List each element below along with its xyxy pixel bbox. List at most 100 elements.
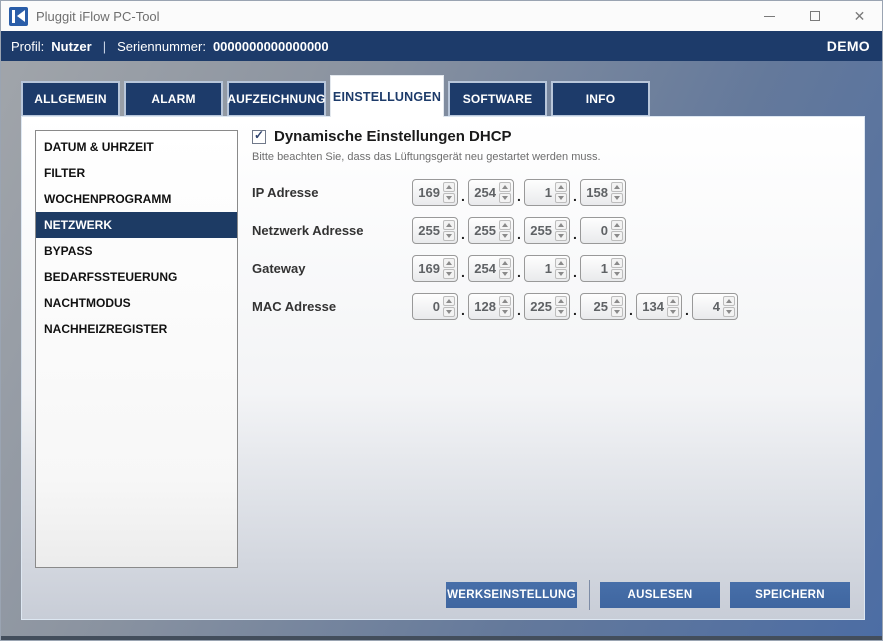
chevron-down-icon: [502, 196, 508, 200]
window-title: Pluggit iFlow PC-Tool: [36, 9, 160, 24]
spinner-value: 4: [713, 294, 720, 319]
chevron-down-icon: [726, 310, 732, 314]
chevron-up-icon: [614, 261, 620, 265]
numeric-spinner-ip-adresse-3[interactable]: 158: [580, 179, 626, 206]
octet-separator: .: [514, 262, 524, 282]
tab-aufzeichnung[interactable]: AUFZEICHNUNG: [227, 81, 326, 117]
spinner-up-button[interactable]: [555, 258, 567, 268]
numeric-spinner-ip-adresse-2[interactable]: 1: [524, 179, 570, 206]
chevron-down-icon: [502, 272, 508, 276]
sidebar-item-netzwerk[interactable]: NETZWERK: [36, 212, 237, 238]
spinner-down-button[interactable]: [443, 269, 455, 279]
numeric-spinner-mac-adresse-0[interactable]: 0: [412, 293, 458, 320]
numeric-spinner-ip-adresse-1[interactable]: 254: [468, 179, 514, 206]
spinner-down-button[interactable]: [611, 307, 623, 317]
tab-software[interactable]: SOFTWARE: [448, 81, 547, 117]
spinner-up-button[interactable]: [499, 258, 511, 268]
werkseinstellung-button[interactable]: WERKSEINSTELLUNG: [446, 582, 577, 608]
profile-label: Profil:: [11, 39, 44, 54]
spinner-value: 0: [601, 218, 608, 243]
spinner-up-button[interactable]: [555, 182, 567, 192]
numeric-spinner-gateway-0[interactable]: 169: [412, 255, 458, 282]
minimize-icon: [764, 16, 775, 17]
spinner-down-button[interactable]: [443, 307, 455, 317]
header-info: Profil: Nutzer | Seriennummer: 000000000…: [11, 39, 329, 54]
spinner-down-button[interactable]: [723, 307, 735, 317]
spinner-up-button[interactable]: [499, 182, 511, 192]
numeric-spinner-netzwerk-adresse-0[interactable]: 255: [412, 217, 458, 244]
spinner-down-button[interactable]: [555, 307, 567, 317]
numeric-spinner-netzwerk-adresse-3[interactable]: 0: [580, 217, 626, 244]
spinner-down-button[interactable]: [555, 193, 567, 203]
numeric-spinner-netzwerk-adresse-1[interactable]: 255: [468, 217, 514, 244]
numeric-spinner-mac-adresse-5[interactable]: 4: [692, 293, 738, 320]
tab-info[interactable]: INFO: [551, 81, 650, 117]
numeric-spinner-gateway-3[interactable]: 1: [580, 255, 626, 282]
spinner-down-button[interactable]: [555, 231, 567, 241]
spinner-down-button[interactable]: [667, 307, 679, 317]
tab-allgemein[interactable]: ALLGEMEIN: [21, 81, 120, 117]
profile-value: Nutzer: [51, 39, 91, 54]
chevron-up-icon: [502, 299, 508, 303]
spinner-up-button[interactable]: [667, 296, 679, 306]
spinner-buttons: [499, 296, 511, 317]
spinner-down-button[interactable]: [499, 269, 511, 279]
spinner-down-button[interactable]: [499, 231, 511, 241]
spinner-up-button[interactable]: [723, 296, 735, 306]
numeric-spinner-netzwerk-adresse-2[interactable]: 255: [524, 217, 570, 244]
spinner-up-button[interactable]: [611, 258, 623, 268]
spinner-up-button[interactable]: [555, 220, 567, 230]
spinner-down-button[interactable]: [555, 269, 567, 279]
spinner-down-button[interactable]: [443, 193, 455, 203]
tab-alarm[interactable]: ALARM: [124, 81, 223, 117]
octet-fields: 169.254.1.158: [412, 179, 626, 206]
spinner-down-button[interactable]: [611, 231, 623, 241]
numeric-spinner-mac-adresse-3[interactable]: 25: [580, 293, 626, 320]
spinner-buttons: [443, 182, 455, 203]
auslesen-button[interactable]: AUSLESEN: [600, 582, 720, 608]
spinner-up-button[interactable]: [443, 258, 455, 268]
chevron-down-icon: [446, 196, 452, 200]
numeric-spinner-ip-adresse-0[interactable]: 169: [412, 179, 458, 206]
spinner-up-button[interactable]: [443, 182, 455, 192]
sidebar-item-bedarfssteuerung[interactable]: BEDARFSSTEUERUNG: [36, 264, 237, 290]
spinner-down-button[interactable]: [611, 269, 623, 279]
spinner-up-button[interactable]: [611, 220, 623, 230]
spinner-down-button[interactable]: [611, 193, 623, 203]
sidebar-item-bypass[interactable]: BYPASS: [36, 238, 237, 264]
spinner-up-button[interactable]: [611, 182, 623, 192]
dhcp-checkbox[interactable]: ✓: [252, 130, 266, 144]
octet-separator: .: [570, 224, 580, 244]
numeric-spinner-gateway-1[interactable]: 254: [468, 255, 514, 282]
field-label: IP Adresse: [252, 185, 412, 200]
maximize-button[interactable]: [792, 1, 837, 31]
spinner-up-button[interactable]: [443, 220, 455, 230]
sidebar-item-datum-uhrzeit[interactable]: DATUM & UHRZEIT: [36, 134, 237, 160]
sidebar-item-nachheizregister[interactable]: NACHHEIZREGISTER: [36, 316, 237, 342]
minimize-button[interactable]: [747, 1, 792, 31]
spinner-down-button[interactable]: [499, 193, 511, 203]
sidebar-item-filter[interactable]: FILTER: [36, 160, 237, 186]
app-logo-icon: [9, 7, 28, 26]
serial-value: 0000000000000000: [213, 39, 329, 54]
spinner-up-button[interactable]: [499, 296, 511, 306]
chevron-up-icon: [502, 185, 508, 189]
spinner-up-button[interactable]: [443, 296, 455, 306]
spinner-buttons: [555, 296, 567, 317]
numeric-spinner-mac-adresse-1[interactable]: 128: [468, 293, 514, 320]
tab-einstellungen[interactable]: EINSTELLUNGEN: [330, 75, 444, 117]
sidebar-item-wochenprogramm[interactable]: WOCHENPROGRAMM: [36, 186, 237, 212]
numeric-spinner-mac-adresse-4[interactable]: 134: [636, 293, 682, 320]
spinner-down-button[interactable]: [443, 231, 455, 241]
spinner-up-button[interactable]: [555, 296, 567, 306]
numeric-spinner-mac-adresse-2[interactable]: 225: [524, 293, 570, 320]
numeric-spinner-gateway-2[interactable]: 1: [524, 255, 570, 282]
spinner-up-button[interactable]: [499, 220, 511, 230]
dhcp-setting-row: ✓ Dynamische Einstellungen DHCP: [252, 128, 512, 145]
speichern-button[interactable]: SPEICHERN: [730, 582, 850, 608]
spinner-up-button[interactable]: [611, 296, 623, 306]
close-button[interactable]: ✕: [837, 1, 882, 31]
chevron-down-icon: [502, 234, 508, 238]
sidebar-item-nachtmodus[interactable]: NACHTMODUS: [36, 290, 237, 316]
spinner-down-button[interactable]: [499, 307, 511, 317]
